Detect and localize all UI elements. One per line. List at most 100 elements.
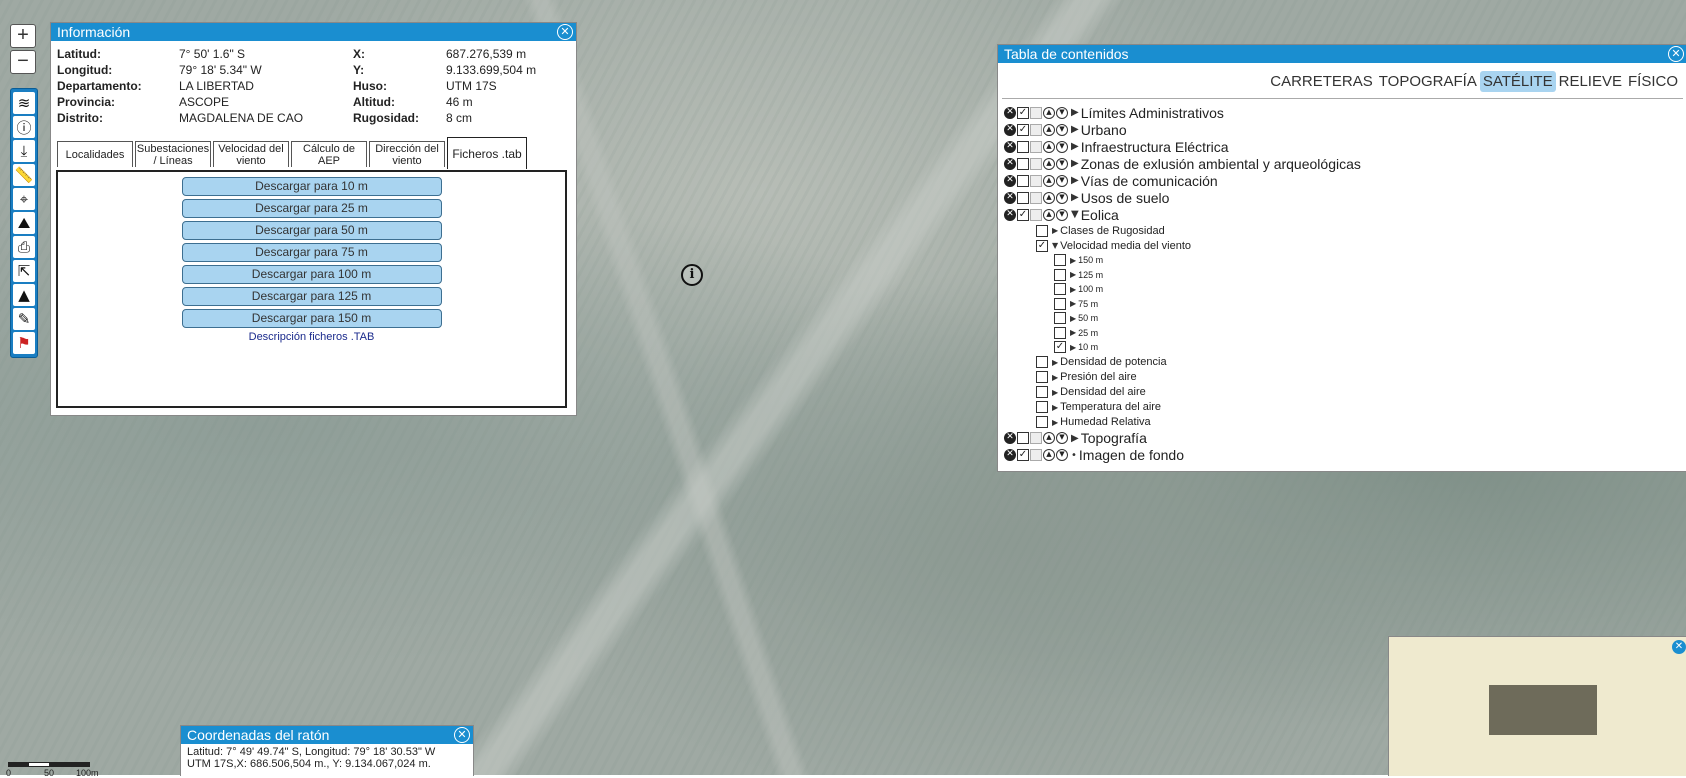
layer-label[interactable]: 125 m <box>1078 270 1103 280</box>
expand-arrow-icon[interactable]: ▶ <box>1070 270 1076 279</box>
layers-icon[interactable]: ≋ <box>13 92 35 114</box>
expand-arrow-icon[interactable]: ▶ <box>1070 343 1076 352</box>
expand-arrow-icon[interactable]: ▼ <box>1052 241 1058 250</box>
layer-checkbox[interactable] <box>1017 157 1029 170</box>
layer-label[interactable]: Temperatura del aire <box>1060 401 1161 413</box>
info-panel-title[interactable]: Información ✕ <box>51 23 576 41</box>
expand-arrow-icon[interactable]: ▶ <box>1071 175 1079 186</box>
toc-panel-title[interactable]: Tabla de contenidos ✕ <box>998 45 1686 63</box>
layer-label[interactable]: Imagen de fondo <box>1079 447 1184 463</box>
layer-label[interactable]: Zonas de exlusión ambiental y arqueológi… <box>1081 156 1361 172</box>
remove-layer-icon[interactable]: ✕ <box>1004 174 1016 187</box>
xy-locate-icon[interactable]: ⌖ <box>13 188 35 210</box>
layer-checkbox[interactable] <box>1036 416 1048 428</box>
tab-localidades[interactable]: Localidades <box>57 141 133 167</box>
layer-checkbox[interactable]: ✓ <box>1017 449 1029 461</box>
layer-label[interactable]: Velocidad media del viento <box>1060 240 1191 252</box>
download-button[interactable]: Descargar para 50 m <box>181 221 442 240</box>
overview-extent-box[interactable] <box>1489 685 1597 735</box>
layer-checkbox[interactable] <box>1017 191 1029 204</box>
profile-icon[interactable]: ⛰ <box>13 212 35 234</box>
move-up-icon[interactable]: ▲ <box>1043 140 1055 153</box>
basemap-relieve[interactable]: RELIEVE <box>1556 71 1625 92</box>
expand-arrow-icon[interactable]: ▶ <box>1071 158 1079 169</box>
bullet-icon[interactable]: • <box>1071 450 1077 461</box>
close-icon[interactable]: ✕ <box>1668 46 1684 62</box>
layer-label[interactable]: Vías de comunicación <box>1081 173 1218 189</box>
layer-label[interactable]: Presión del aire <box>1060 371 1136 383</box>
layer-checkbox[interactable]: ✓ <box>1017 208 1029 221</box>
basemap-topografía[interactable]: TOPOGRAFÍA <box>1376 71 1480 92</box>
layer-checkbox[interactable] <box>1036 386 1048 398</box>
move-down-icon[interactable]: ▼ <box>1056 432 1068 444</box>
north-arrow-icon[interactable]: ▲ <box>13 284 35 306</box>
move-up-icon[interactable]: ▲ <box>1043 432 1055 444</box>
expand-arrow-icon[interactable]: ▶ <box>1070 299 1076 308</box>
coords-panel-title[interactable]: Coordenadas del ratón ✕ <box>181 726 473 744</box>
layer-label[interactable]: 50 m <box>1078 313 1098 323</box>
layer-checkbox[interactable] <box>1036 224 1048 237</box>
move-down-icon[interactable]: ▼ <box>1056 157 1068 170</box>
tab-velocidad-del-viento[interactable]: Velocidad del viento <box>213 141 289 167</box>
remove-layer-icon[interactable]: ✕ <box>1004 140 1016 153</box>
print-icon[interactable]: ⎙ <box>13 236 35 258</box>
move-down-icon[interactable]: ▼ <box>1056 106 1068 119</box>
expand-arrow-icon[interactable]: ▶ <box>1052 226 1058 235</box>
layer-checkbox[interactable]: ✓ <box>1036 239 1048 252</box>
expand-arrow-icon[interactable]: ▶ <box>1071 124 1079 135</box>
move-up-icon[interactable]: ▲ <box>1043 191 1055 204</box>
expand-arrow-icon[interactable]: ▼ <box>1071 209 1079 220</box>
move-up-icon[interactable]: ▲ <box>1043 157 1055 170</box>
layer-checkbox[interactable] <box>1036 371 1048 383</box>
remove-layer-icon[interactable]: ✕ <box>1004 106 1016 119</box>
remove-layer-icon[interactable]: ✕ <box>1004 432 1016 444</box>
move-down-icon[interactable]: ▼ <box>1056 191 1068 204</box>
download-button[interactable]: Descargar para 10 m <box>181 177 442 196</box>
layer-checkbox[interactable]: ✓ <box>1054 341 1066 354</box>
basemap-físico[interactable]: FÍSICO <box>1625 71 1681 92</box>
opacity-icon[interactable] <box>1030 174 1042 187</box>
opacity-icon[interactable] <box>1030 208 1042 221</box>
layer-label[interactable]: Humedad Relativa <box>1060 416 1151 428</box>
layer-checkbox[interactable] <box>1054 326 1066 339</box>
layer-label[interactable]: Urbano <box>1081 122 1127 138</box>
expand-arrow-icon[interactable]: ▶ <box>1071 141 1079 152</box>
layer-checkbox[interactable] <box>1017 174 1029 187</box>
remove-layer-icon[interactable]: ✕ <box>1004 449 1016 461</box>
layer-label[interactable]: Densidad de potencia <box>1060 356 1166 368</box>
layer-label[interactable]: 75 m <box>1078 299 1098 309</box>
download-button[interactable]: Descargar para 100 m <box>181 265 442 284</box>
layer-label[interactable]: 100 m <box>1078 284 1103 294</box>
opacity-icon[interactable] <box>1030 140 1042 153</box>
layer-label[interactable]: 25 m <box>1078 328 1098 338</box>
layer-label[interactable]: Clases de Rugosidad <box>1060 225 1165 237</box>
layer-label[interactable]: Límites Administrativos <box>1081 105 1224 121</box>
description-link[interactable]: Descripción ficheros .TAB <box>58 331 565 343</box>
close-icon[interactable]: ✕ <box>1672 640 1686 654</box>
move-down-icon[interactable]: ▼ <box>1056 449 1068 461</box>
layer-checkbox[interactable] <box>1054 268 1066 281</box>
move-up-icon[interactable]: ▲ <box>1043 449 1055 461</box>
move-down-icon[interactable]: ▼ <box>1056 140 1068 153</box>
zoom-out-button[interactable]: − <box>10 50 36 74</box>
layer-checkbox[interactable]: ✓ <box>1017 106 1029 119</box>
layer-label[interactable]: Usos de suelo <box>1081 190 1170 206</box>
expand-arrow-icon[interactable]: ▶ <box>1052 418 1058 427</box>
zoom-in-button[interactable]: + <box>10 24 36 48</box>
layer-label[interactable]: Topografía <box>1081 430 1147 446</box>
layer-label[interactable]: 150 m <box>1078 255 1103 265</box>
remove-layer-icon[interactable]: ✕ <box>1004 191 1016 204</box>
layer-checkbox[interactable] <box>1054 283 1066 296</box>
layer-checkbox[interactable] <box>1036 356 1048 368</box>
expand-arrow-icon[interactable]: ▶ <box>1052 373 1058 382</box>
close-icon[interactable]: ✕ <box>454 727 470 743</box>
tab-direcci-n-del-viento[interactable]: Dirección del viento <box>369 141 445 167</box>
opacity-icon[interactable] <box>1030 449 1042 461</box>
layer-checkbox[interactable]: ✓ <box>1017 123 1029 136</box>
remove-layer-icon[interactable]: ✕ <box>1004 157 1016 170</box>
layer-checkbox[interactable] <box>1054 297 1066 310</box>
tab-c-lculo-de-aep[interactable]: Cálculo de AEP <box>291 141 367 167</box>
move-up-icon[interactable]: ▲ <box>1043 123 1055 136</box>
layer-label[interactable]: Eolica <box>1081 207 1119 223</box>
expand-arrow-icon[interactable]: ▶ <box>1071 192 1079 203</box>
